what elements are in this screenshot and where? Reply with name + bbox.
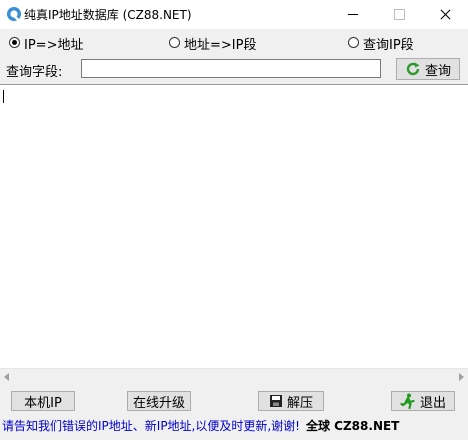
refresh-icon [406, 62, 420, 76]
scroll-right-icon[interactable] [459, 373, 464, 381]
exit-button[interactable]: 退出 [391, 391, 455, 411]
local-ip-label: 本机IP [24, 395, 62, 411]
unzip-button[interactable]: 解压 [258, 391, 324, 411]
radio-unselected-icon [348, 37, 359, 48]
query-button-label: 查询 [424, 63, 451, 79]
horizontal-scrollbar[interactable] [0, 368, 468, 385]
text-caret [3, 90, 4, 103]
maximize-button[interactable] [376, 0, 422, 29]
radio-label: 地址=>IP段 [184, 38, 257, 53]
radio-selected-icon [9, 37, 20, 48]
save-disk-icon [269, 395, 282, 407]
close-button[interactable] [422, 0, 468, 29]
result-text-area[interactable] [0, 84, 468, 384]
exit-label: 退出 [419, 395, 446, 411]
local-ip-button[interactable]: 本机IP [11, 391, 75, 411]
status-bar: 请告知我们错误的IP地址、新IP地址,以便及时更新,谢谢! 全球 CZ88.NET [0, 417, 468, 440]
radio-unselected-icon [169, 37, 180, 48]
radio-label: 查询IP段 [363, 38, 414, 53]
query-input[interactable] [81, 59, 381, 78]
online-update-button[interactable]: 在线升级 [127, 391, 191, 411]
status-message: 请告知我们错误的IP地址、新IP地址,以便及时更新,谢谢! [2, 419, 300, 433]
minimize-button[interactable] [330, 0, 376, 29]
radio-label: IP=>地址 [24, 38, 84, 53]
online-update-label: 在线升级 [132, 395, 185, 411]
unzip-label: 解压 [286, 395, 313, 411]
query-field-label: 查询字段: [6, 65, 63, 80]
app-logo-icon [7, 7, 21, 21]
scroll-left-icon[interactable] [4, 373, 9, 381]
running-man-icon [400, 393, 415, 409]
title-bar: 纯真IP地址数据库 (CZ88.NET) [0, 0, 468, 29]
query-button[interactable]: 查询 [396, 58, 460, 80]
status-brand: 全球 CZ88.NET [306, 419, 400, 433]
window-title: 纯真IP地址数据库 (CZ88.NET) [24, 8, 192, 22]
